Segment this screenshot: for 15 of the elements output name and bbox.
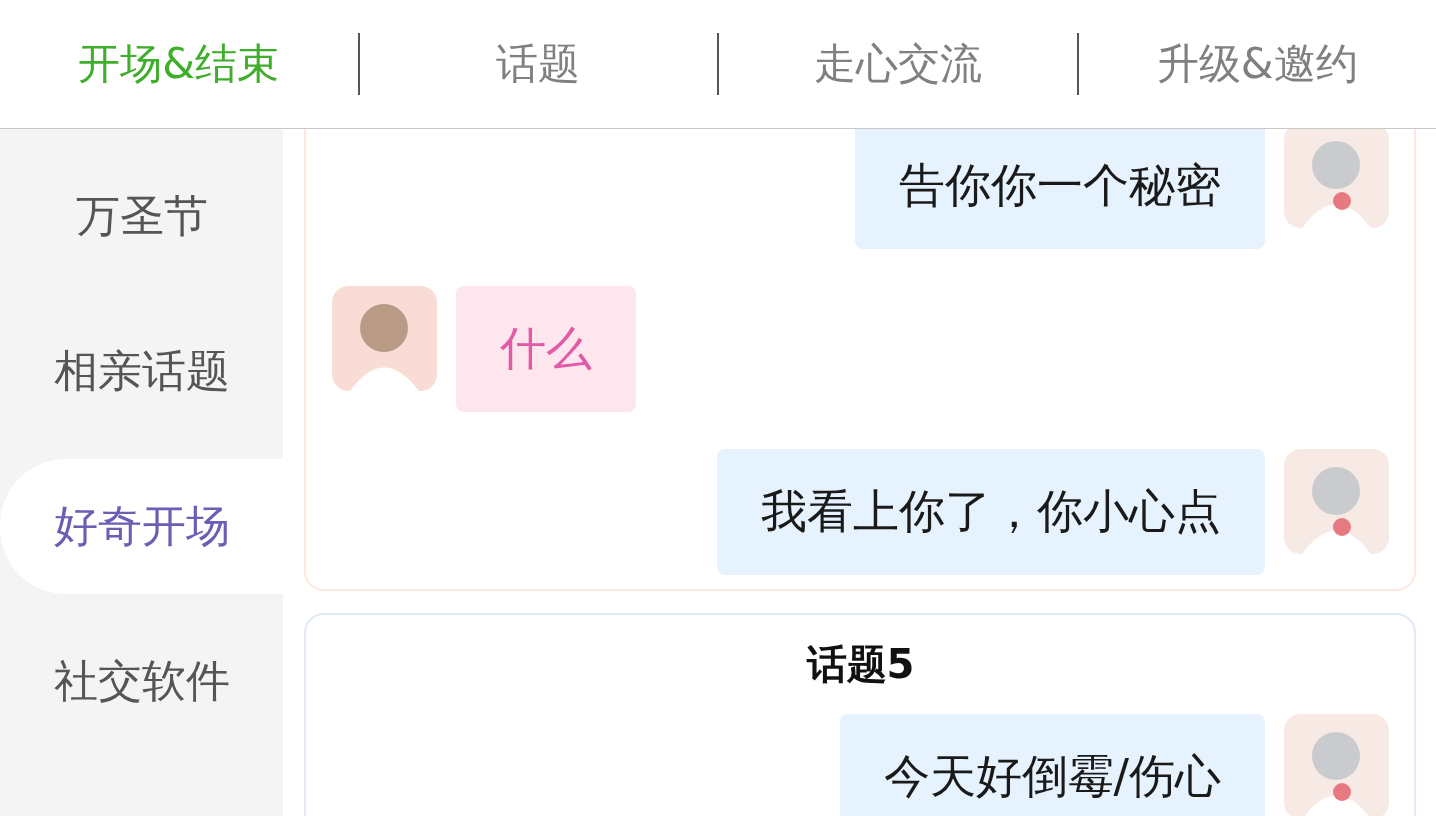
tab[interactable]: 升级&邀约 [1078,33,1436,95]
chat-bubble: 今天好倒霉/伤心 [839,714,1265,816]
avatar-icon [332,286,437,391]
chat-bubble: 什么 [456,286,636,412]
sidebar-item[interactable]: 万圣节 [0,149,283,284]
chat-bubble: 告你你一个秘密 [855,129,1265,249]
card-title: 话题5 [805,640,916,689]
avatar-icon [1284,449,1389,554]
tab[interactable]: 开场&结束 [0,33,358,95]
chat-bubble: 我看上你了，你小心点 [717,449,1265,575]
sidebar-item[interactable]: 好奇开场 [0,459,283,594]
tab[interactable]: 话题 [359,33,717,95]
tab[interactable]: 走心交流 [719,33,1077,95]
sidebar-item[interactable]: 社交软件 [0,614,283,749]
sidebar-item[interactable]: 相亲话题 [0,304,283,439]
